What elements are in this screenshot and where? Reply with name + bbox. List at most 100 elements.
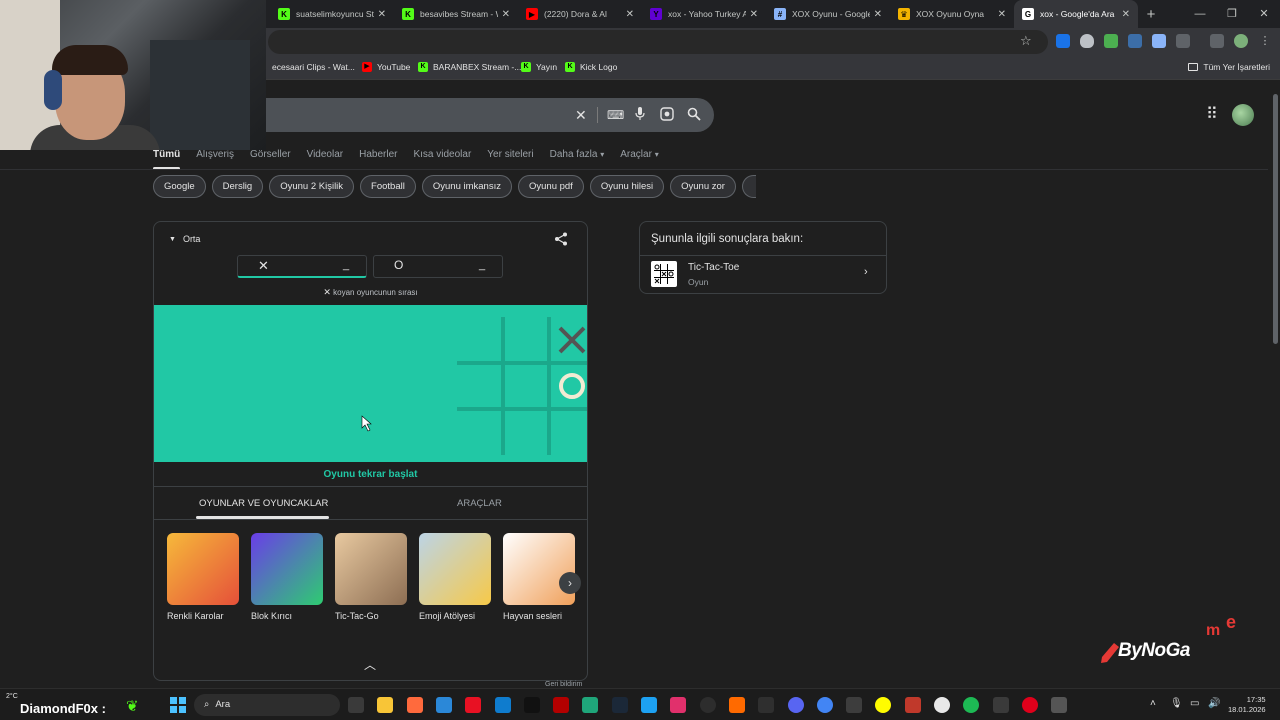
snapchat-icon[interactable]: [875, 697, 892, 713]
yandex-icon[interactable]: [934, 697, 950, 713]
clear-icon[interactable]: ✕: [575, 107, 587, 123]
account-avatar[interactable]: [1232, 104, 1254, 126]
epic-games-icon[interactable]: [758, 697, 775, 713]
board-cell[interactable]: [457, 317, 503, 363]
browser-tab[interactable]: ♛ XOX Oyunu Oyna ✕: [890, 0, 1014, 28]
menu-dots-icon[interactable]: ⋮: [1258, 34, 1272, 48]
profile-avatar-icon[interactable]: [1234, 34, 1248, 48]
app-icon[interactable]: [728, 697, 745, 713]
bookmark-item[interactable]: K BARANBEX Stream -...: [418, 62, 521, 72]
apps-grid-icon[interactable]: ⠿: [1206, 107, 1218, 123]
extension-icon[interactable]: [1104, 34, 1118, 48]
extension-icon[interactable]: [1152, 34, 1166, 48]
suggestion-chip[interactable]: Oyunu hilesi: [589, 175, 665, 198]
close-tab-icon[interactable]: ✕: [626, 9, 634, 20]
tiktok-icon[interactable]: [523, 697, 540, 713]
address-bar[interactable]: [268, 30, 1048, 54]
related-item-name[interactable]: Tic-Tac-Toe: [688, 262, 739, 273]
mic-icon[interactable]: [635, 107, 645, 124]
close-tab-icon[interactable]: ✕: [998, 9, 1006, 20]
page-scrollbar[interactable]: [1270, 82, 1280, 686]
chevron-up-icon[interactable]: ˄: [1150, 698, 1156, 709]
difficulty-select[interactable]: ▼ Orta: [169, 234, 200, 244]
start-icon[interactable]: [170, 697, 186, 713]
brave-icon[interactable]: [406, 697, 423, 713]
task-view-icon[interactable]: [348, 697, 364, 713]
bookmark-item[interactable]: K Kick Logo: [565, 62, 617, 72]
nav-tab[interactable]: Videolar: [307, 149, 344, 160]
settings-icon[interactable]: [1051, 697, 1068, 713]
file-explorer-icon[interactable]: [377, 697, 394, 713]
close-tab-icon[interactable]: ✕: [502, 9, 510, 20]
nav-tab[interactable]: Kısa videolar: [413, 149, 471, 160]
browser-tab[interactable]: Gxox - Google'da Ara ✕: [1014, 0, 1138, 28]
lens-icon[interactable]: [660, 107, 674, 124]
all-bookmarks[interactable]: Tüm Yer İşaretleri: [1188, 62, 1270, 72]
chrome-icon[interactable]: [816, 697, 833, 713]
nav-tab[interactable]: Haberler: [359, 149, 397, 160]
app-icon[interactable]: [904, 697, 921, 713]
suggestion-chip[interactable]: Football: [360, 175, 416, 198]
edge-icon[interactable]: [494, 697, 511, 713]
close-tab-icon[interactable]: ✕: [750, 9, 758, 20]
chevron-up-icon[interactable]: ︿: [364, 656, 376, 673]
spotify-icon[interactable]: [963, 697, 980, 713]
browser-tab[interactable]: # XOX Oyunu - Google ✕: [766, 0, 890, 28]
minimize-icon[interactable]: —: [1184, 0, 1216, 28]
discord-icon[interactable]: [787, 697, 804, 713]
game-card[interactable]: Renkli Karolar: [167, 533, 239, 621]
search-icon[interactable]: [687, 107, 701, 124]
browser-tab[interactable]: ▶ (2220) Dora & Al ✕: [518, 0, 642, 28]
browser-tab[interactable]: Ksuatselimkoyuncu St ✕: [270, 0, 394, 28]
board-cell[interactable]: [549, 317, 587, 363]
mic-icon[interactable]: 🎙: [1170, 698, 1183, 709]
puzzle-icon[interactable]: [1176, 34, 1190, 48]
game-card[interactable]: Tic-Tac-Go: [335, 533, 407, 621]
media-icon[interactable]: [1210, 34, 1224, 48]
store-icon[interactable]: [435, 697, 452, 713]
extension-icon[interactable]: [1128, 34, 1142, 48]
restore-icon[interactable]: ❐: [1216, 0, 1248, 28]
suggestion-chip[interactable]: Oyunu pdf: [517, 175, 584, 198]
chevron-right-icon[interactable]: ›: [559, 572, 581, 594]
game-card[interactable]: Emoji Atölyesi: [419, 533, 491, 621]
new-tab-button[interactable]: +: [1138, 6, 1164, 23]
board-cell[interactable]: [457, 409, 503, 455]
close-tab-icon[interactable]: ✕: [1122, 9, 1130, 20]
opera-icon[interactable]: [1021, 697, 1038, 713]
display-icon[interactable]: ▭: [1190, 698, 1199, 709]
nav-tab[interactable]: Araçlar ▾: [620, 149, 658, 160]
game-board[interactable]: [154, 305, 587, 462]
close-tab-icon[interactable]: ✕: [874, 9, 882, 20]
restart-game-button[interactable]: Oyunu tekrar başlat: [154, 469, 587, 480]
volume-icon[interactable]: 🔊: [1208, 698, 1220, 709]
weather-widget[interactable]: 2°C: [6, 693, 18, 700]
shield-icon[interactable]: [1080, 34, 1094, 48]
nav-tab[interactable]: Daha fazla ▾: [550, 149, 605, 160]
close-window-icon[interactable]: ✕: [1248, 0, 1280, 28]
player-o-score[interactable]: O _: [373, 255, 503, 278]
chevron-right-icon[interactable]: ›: [864, 266, 868, 278]
steam-icon[interactable]: [611, 697, 628, 713]
taskbar-search[interactable]: ⌕ Ara: [194, 694, 340, 716]
suggestion-chip[interactable]: Oyunu zor: [670, 175, 736, 198]
game-card[interactable]: Blok Kırıcı: [251, 533, 323, 621]
app-icon[interactable]: [553, 697, 570, 713]
suggestion-chip[interactable]: Oyunu 2 Kişilik: [269, 175, 355, 198]
keyboard-icon[interactable]: ⌨: [607, 107, 624, 123]
bookmark-item[interactable]: ▶ YouTube: [362, 62, 410, 72]
board-cell[interactable]: [457, 363, 503, 409]
player-x-score[interactable]: ✕ _: [237, 255, 367, 278]
tab-tools[interactable]: ARAÇLAR: [457, 498, 502, 509]
clock[interactable]: 17:35 18.01.2026: [1228, 695, 1266, 715]
feedback-link[interactable]: Geri bildirim: [545, 681, 582, 688]
board-cell[interactable]: [503, 409, 549, 455]
suggestion-chip[interactable]: Google: [153, 175, 206, 198]
app-icon[interactable]: [582, 697, 599, 713]
scrollbar-thumb[interactable]: [1273, 94, 1278, 344]
board-cell[interactable]: [549, 409, 587, 455]
suggestion-chip[interactable]: Derslig: [211, 175, 264, 198]
board-cell[interactable]: [503, 317, 549, 363]
nav-tab[interactable]: Alışveriş: [196, 149, 234, 160]
close-tab-icon[interactable]: ✕: [378, 9, 386, 20]
